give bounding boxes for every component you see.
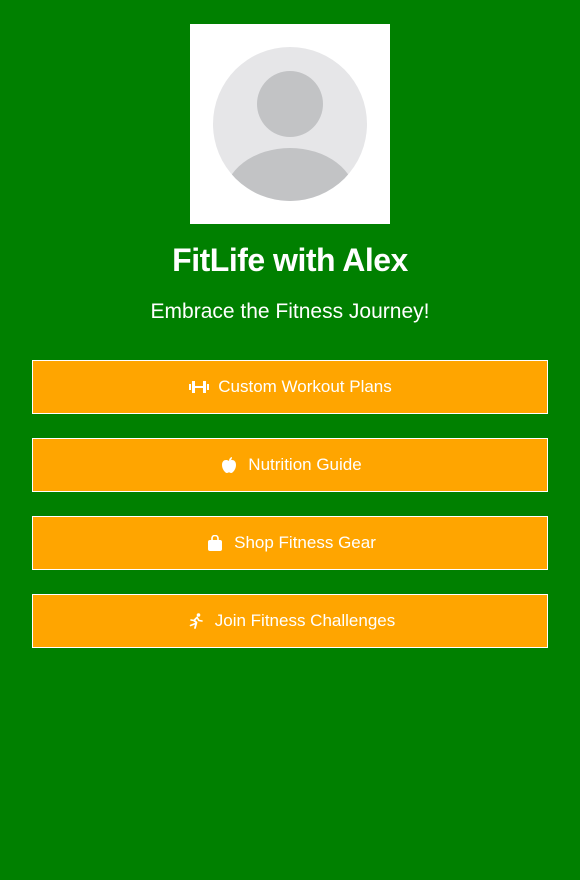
link-list: Custom Workout Plans Nutrition Guide Sho… [32,360,548,672]
link-label: Nutrition Guide [248,455,362,474]
custom-workout-plans-button[interactable]: Custom Workout Plans [32,360,548,414]
link-label: Shop Fitness Gear [234,533,376,552]
link-label: Custom Workout Plans [218,377,392,396]
page-subtitle: Embrace the Fitness Journey! [150,300,430,323]
join-fitness-challenges-button[interactable]: Join Fitness Challenges [32,594,548,648]
avatar-placeholder-icon [213,47,367,201]
dumbbell-icon [188,377,210,397]
shopping-bag-icon [204,533,226,553]
nutrition-guide-button[interactable]: Nutrition Guide [32,438,548,492]
running-icon [185,611,207,631]
apple-icon [218,455,240,475]
profile-picture [190,24,390,224]
avatar-body [224,148,356,201]
avatar-head [257,71,323,137]
shop-fitness-gear-button[interactable]: Shop Fitness Gear [32,516,548,570]
link-label: Join Fitness Challenges [214,611,396,630]
page-title: FitLife with Alex [172,242,408,278]
